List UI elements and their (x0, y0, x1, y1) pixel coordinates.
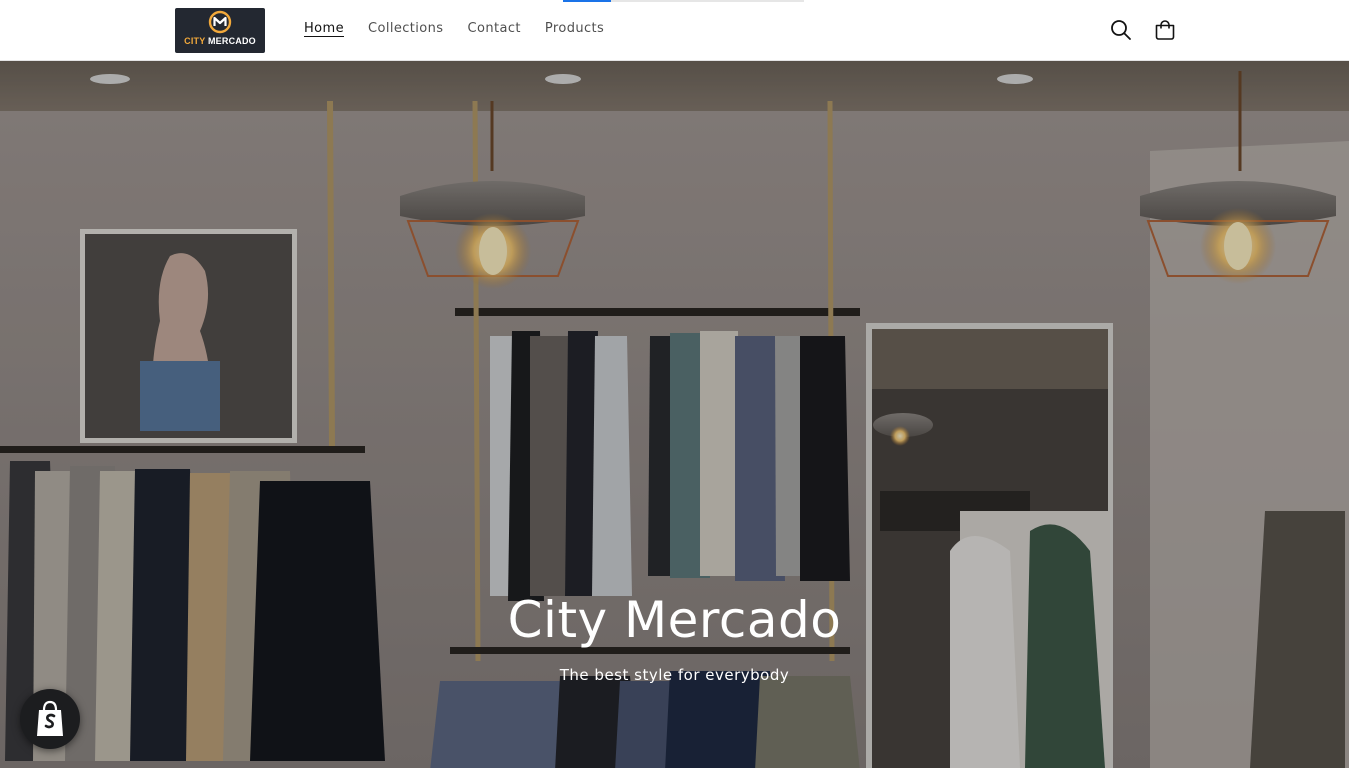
logo-word-mercado: MERCADO (207, 36, 256, 46)
nav-contact[interactable]: Contact (467, 21, 520, 36)
search-button[interactable] (1107, 16, 1135, 44)
nav-collections[interactable]: Collections (368, 21, 443, 36)
logo-text: CITY MERCADO (175, 36, 265, 46)
hero-subtitle: The best style for everybody (559, 666, 790, 684)
shopify-chat-button[interactable] (20, 689, 80, 749)
logo-mark-icon (208, 10, 232, 34)
search-icon (1111, 20, 1131, 40)
logo-word-city: CITY (184, 36, 206, 46)
cart-icon (1155, 20, 1175, 40)
page-load-progress (563, 0, 804, 2)
hero-banner: City Mercado The best style for everybod… (0, 61, 1349, 768)
store-logo[interactable]: CITY MERCADO (175, 8, 265, 53)
cart-button[interactable] (1151, 16, 1179, 44)
main-nav: Home Collections Contact Products (304, 21, 604, 36)
shopify-bag-icon (37, 700, 63, 736)
hero-overlay (0, 61, 1349, 768)
nav-home[interactable]: Home (304, 21, 344, 36)
site-header: CITY MERCADO Home Collections Contact Pr… (0, 0, 1349, 61)
hero-title: City Mercado (507, 591, 842, 649)
page-load-progress-fill (563, 0, 612, 2)
nav-products[interactable]: Products (545, 21, 604, 36)
